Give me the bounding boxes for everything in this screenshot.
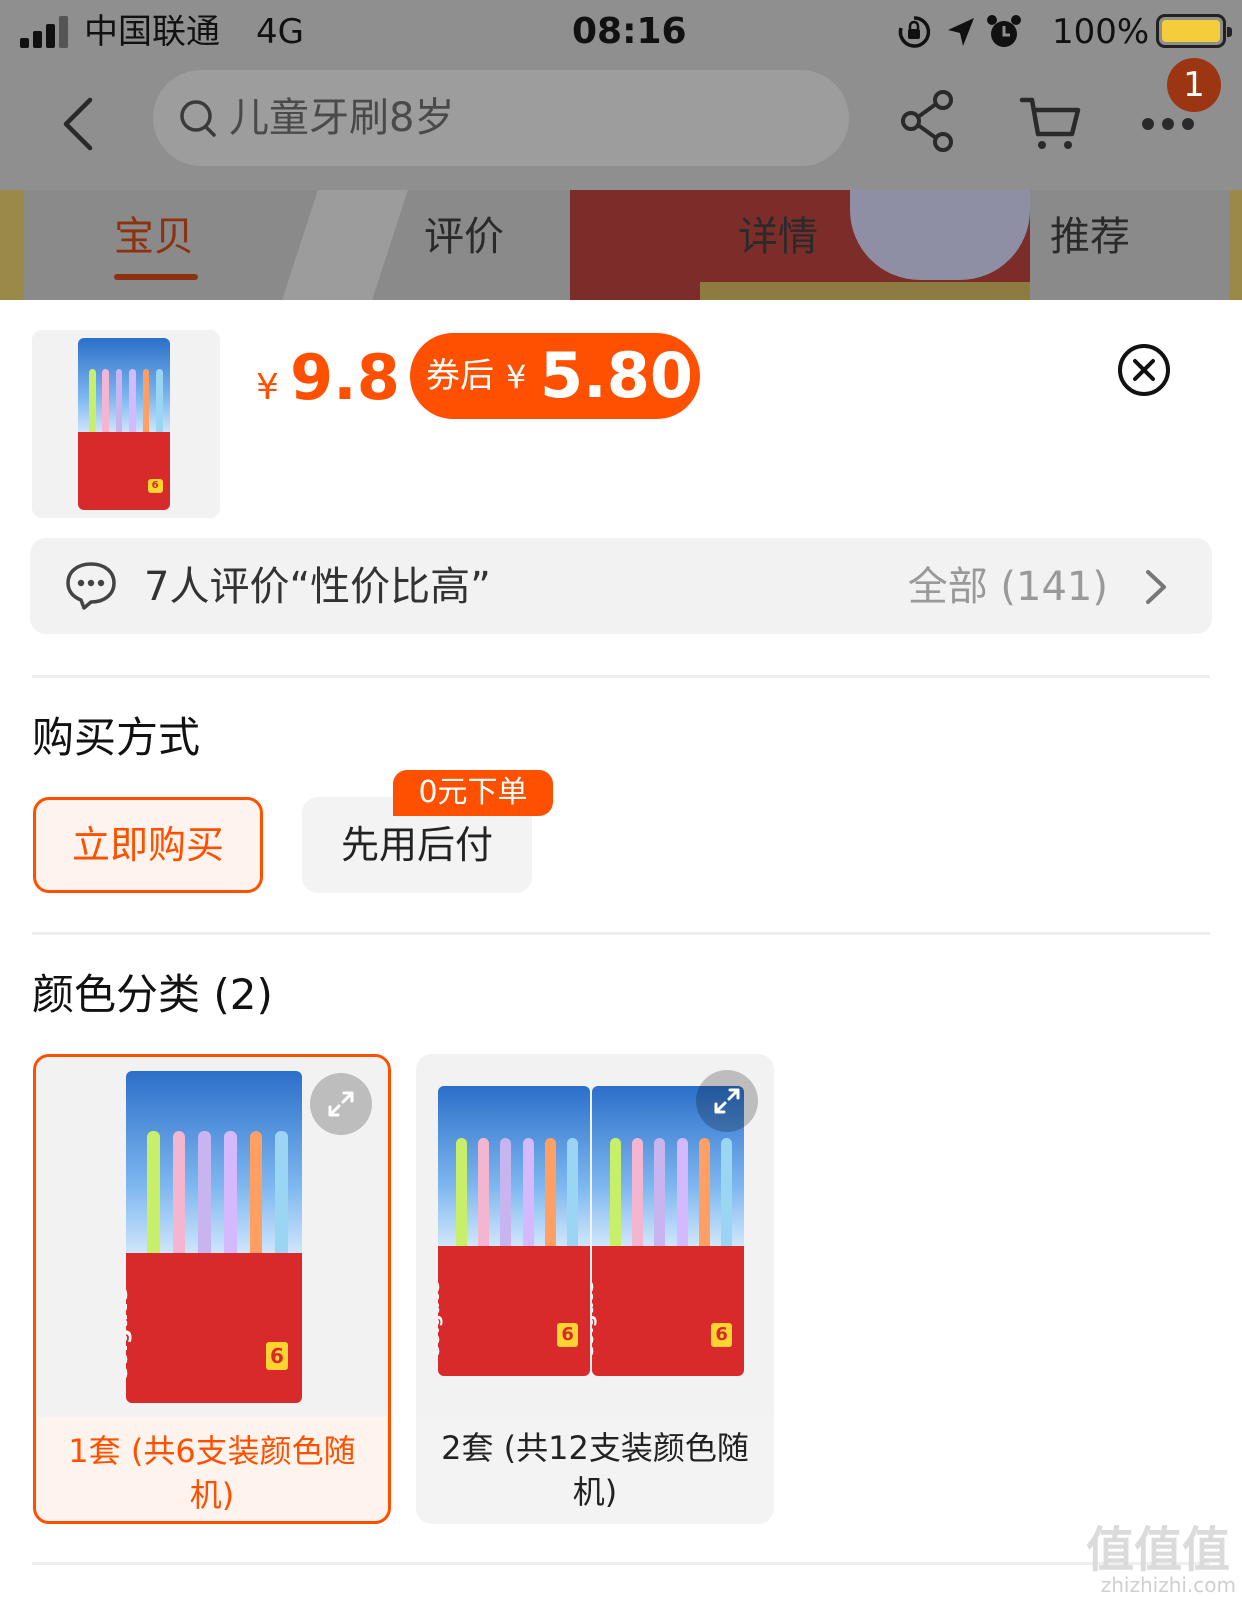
zero-down-badge: 0元下单 — [393, 770, 553, 816]
notification-badge: 1 — [1167, 58, 1221, 112]
tab-recommend[interactable]: 推荐 — [1050, 208, 1130, 266]
product-thumbnail[interactable]: 6 — [32, 330, 220, 518]
price-currency: ¥ — [256, 367, 279, 408]
network-type: 4G — [256, 12, 304, 52]
chevron-right-icon — [1146, 570, 1166, 604]
orientation-lock-icon — [898, 16, 931, 48]
cart-icon[interactable] — [1018, 90, 1082, 154]
location-arrow-icon — [948, 18, 974, 46]
variant-option-2set[interactable]: Colgate 6 Colgate 6 2套 (共12支装颜色随机) — [416, 1054, 774, 1524]
review-count-link[interactable]: 全部 (141) — [908, 560, 1108, 614]
close-icon[interactable] — [1116, 342, 1172, 398]
background-page-overlay[interactable]: 中国联通 4G 08:16 100% 儿童牙刷8岁 1 宝贝 评价 详情 推荐 — [0, 0, 1242, 300]
chat-bubble-icon — [66, 562, 116, 610]
divider — [32, 675, 1210, 678]
coupon-currency: ¥ — [506, 358, 527, 396]
search-input[interactable]: 儿童牙刷8岁 — [153, 70, 849, 166]
battery-icon — [1156, 14, 1232, 48]
chevron-left-icon[interactable] — [58, 94, 102, 154]
tab-reviews[interactable]: 评价 — [424, 208, 504, 266]
review-summary-text: 7人评价“性价比高” — [144, 564, 491, 610]
watermark-url: zhizhizhi.com — [1100, 1573, 1236, 1597]
tab-item[interactable]: 宝贝 — [114, 208, 194, 266]
tab-bar: 宝贝 评价 详情 推荐 — [0, 190, 1242, 300]
tab-details[interactable]: 详情 — [738, 208, 818, 266]
purchase-method-title: 购买方式 — [32, 713, 201, 762]
battery-percentage: 100% — [1052, 12, 1150, 52]
color-category-title: 颜色分类 (2) — [32, 970, 273, 1019]
variant-option-1set[interactable]: Colgate 6 1套 (共6支装颜色随机) — [33, 1054, 391, 1524]
divider — [32, 932, 1210, 935]
variant-label: 1套 (共6支装颜色随机) — [68, 1432, 356, 1514]
carrier-name: 中国联通 — [84, 12, 220, 52]
product-price: 9.8 — [290, 341, 400, 414]
review-summary-bar[interactable]: 7人评价“性价比高” 全部 (141) — [30, 538, 1212, 634]
share-icon[interactable] — [898, 88, 958, 154]
expand-icon[interactable] — [696, 1070, 758, 1132]
search-query-text: 儿童牙刷8岁 — [229, 95, 455, 141]
coupon-price: 5.80 — [540, 339, 693, 412]
coupon-label: 券后 — [426, 356, 494, 396]
variant-label: 2套 (共12支装颜色随机) — [441, 1429, 749, 1511]
top-nav-bar: 儿童牙刷8岁 — [0, 64, 1242, 184]
active-tab-indicator — [114, 274, 198, 280]
coupon-price-badge: 券后 ¥ 5.80 — [410, 333, 700, 419]
expand-icon[interactable] — [310, 1073, 372, 1135]
clock-time: 08:16 — [572, 11, 687, 52]
buy-now-option[interactable]: 立即购买 — [33, 797, 263, 893]
search-icon — [180, 100, 216, 137]
toothbrush-pack-image: 6 — [78, 338, 170, 510]
alarm-icon — [987, 15, 1021, 47]
signal-strength-icon — [20, 14, 72, 48]
sku-selection-sheet: 6 ¥ 9.8 券后 ¥ 5.80 7人评价“性价比高” 全部 (141) 购买… — [0, 300, 1242, 1599]
status-bar: 中国联通 4G 08:16 100% — [0, 0, 1242, 64]
divider — [32, 1562, 1210, 1565]
